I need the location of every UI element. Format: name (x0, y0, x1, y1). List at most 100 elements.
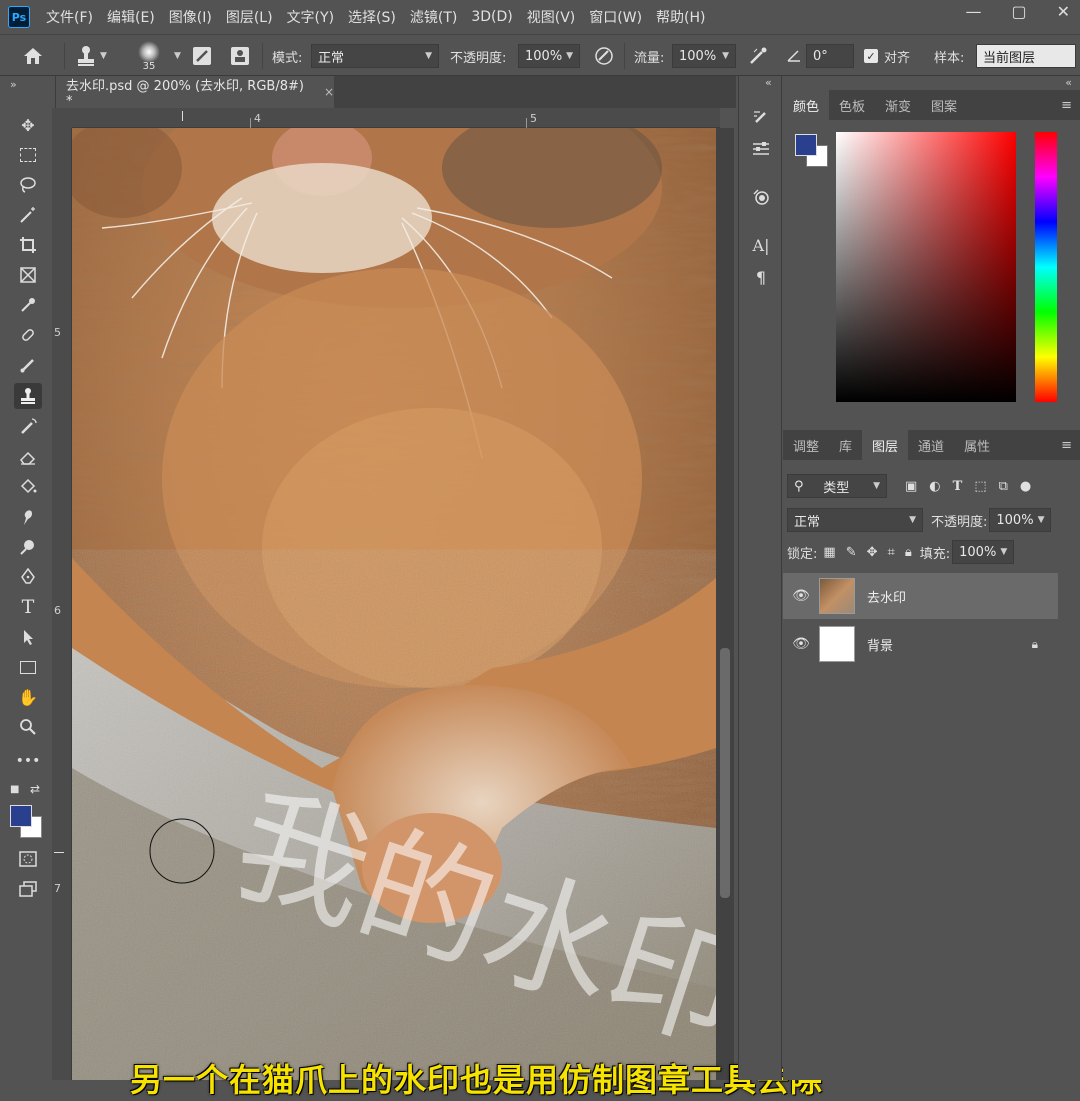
paint-bucket-tool-icon[interactable] (14, 474, 42, 500)
panel-foreground-swatch[interactable] (795, 134, 817, 156)
opacity-field[interactable]: 100% ▼ (518, 44, 580, 68)
swap-colors-icon[interactable]: ⇄ (30, 782, 40, 796)
shape-filter-icon[interactable]: ⬚ (974, 479, 986, 494)
crop-tool-icon[interactable] (14, 232, 42, 258)
menu-help[interactable]: 帮助(H) (656, 7, 705, 27)
mode-select[interactable]: 正常 ▼ (311, 44, 439, 68)
brush-settings-icon[interactable] (192, 35, 212, 77)
pixel-filter-icon[interactable]: ▣ (905, 479, 917, 494)
clone-source-panel-icon[interactable] (747, 184, 775, 210)
menu-3d[interactable]: 3D(D) (471, 9, 512, 25)
magic-wand-tool-icon[interactable] (14, 202, 42, 228)
more-tools-icon[interactable]: ••• (14, 748, 42, 774)
minimize-button[interactable]: — (965, 2, 981, 21)
close-window-button[interactable]: ✕ (1057, 2, 1070, 21)
brush-tool-icon[interactable] (14, 352, 42, 378)
tab-layers[interactable]: 图层 (862, 430, 909, 460)
rectangle-tool-icon[interactable] (14, 654, 42, 680)
lasso-tool-icon[interactable] (14, 172, 42, 198)
lock-artboard-icon[interactable]: ⌗ (888, 545, 895, 560)
layer-opacity-field[interactable]: 100% ▼ (989, 508, 1052, 532)
close-tab-icon[interactable]: × (324, 85, 334, 99)
type-tool-icon[interactable]: T (14, 594, 42, 620)
character-panel-icon[interactable]: A| (747, 232, 775, 258)
clone-stamp-tool-icon[interactable] (14, 383, 42, 409)
marquee-tool-icon[interactable] (14, 142, 42, 168)
align-checkbox[interactable]: ✓ 对齐 (864, 35, 910, 77)
tab-swatches[interactable]: 色板 (829, 90, 875, 120)
hand-tool-icon[interactable]: ✋ (14, 684, 42, 710)
tab-libraries[interactable]: 库 (829, 430, 862, 460)
visibility-eye-icon[interactable]: 👁︎ (783, 636, 819, 652)
tab-gradients[interactable]: 渐变 (875, 90, 921, 120)
expand-toolbar-icon[interactable]: » (10, 78, 17, 91)
menu-edit[interactable]: 编辑(E) (107, 7, 155, 27)
document-canvas[interactable]: 我的水印 (72, 128, 716, 1080)
lock-image-icon[interactable]: ✎ (846, 545, 857, 560)
menu-view[interactable]: 视图(V) (527, 7, 576, 27)
document-tab[interactable]: 去水印.psd @ 200% (去水印, RGB/8#) * × (56, 76, 334, 109)
flow-field[interactable]: 100% ▼ (672, 44, 736, 68)
eyedropper-tool-icon[interactable] (14, 292, 42, 318)
tab-properties[interactable]: 属性 (954, 430, 1000, 460)
smudge-tool-icon[interactable] (14, 504, 42, 530)
menu-file[interactable]: 文件(F) (46, 7, 93, 27)
fill-field[interactable]: 100% ▼ (952, 540, 1015, 564)
airbrush-icon[interactable] (748, 35, 770, 77)
clone-stamp-tool-preset[interactable]: ▼ (76, 35, 107, 77)
lock-transparent-icon[interactable]: ▦ (823, 545, 835, 560)
paragraph-panel-icon[interactable]: ¶ (747, 264, 775, 290)
visibility-eye-icon[interactable]: 👁︎ (783, 588, 819, 604)
collapse-right-panels-icon[interactable]: « (1065, 76, 1072, 89)
quick-mask-icon[interactable] (14, 846, 42, 872)
clone-source-icon[interactable] (230, 35, 250, 77)
screen-mode-icon[interactable] (14, 876, 42, 902)
sample-select[interactable]: 当前图层 (976, 44, 1076, 68)
zoom-tool-icon[interactable] (14, 714, 42, 740)
hue-slider[interactable] (1035, 132, 1057, 402)
tab-adjustments[interactable]: 调整 (783, 430, 829, 460)
menu-image[interactable]: 图像(I) (169, 7, 212, 27)
layer-row-watermark[interactable]: 👁︎ 去水印 (783, 573, 1058, 619)
menu-window[interactable]: 窗口(W) (589, 7, 642, 27)
adjustment-filter-icon[interactable]: ◐ (929, 479, 940, 494)
frame-tool-icon[interactable] (14, 262, 42, 288)
tab-channels[interactable]: 通道 (908, 430, 954, 460)
layer-filter-select[interactable]: ⚲ 类型 ▼ (787, 474, 887, 498)
foreground-color-swatch[interactable] (10, 805, 32, 827)
menu-filter[interactable]: 滤镜(T) (410, 7, 457, 27)
type-filter-icon[interactable]: T (953, 479, 963, 494)
pressure-opacity-icon[interactable] (594, 35, 614, 77)
eraser-tool-icon[interactable] (14, 444, 42, 470)
menu-select[interactable]: 选择(S) (348, 7, 396, 27)
healing-brush-tool-icon[interactable] (14, 322, 42, 348)
smart-object-filter-icon[interactable]: ⧉ (999, 479, 1008, 494)
filter-toggle-icon[interactable]: ● (1020, 479, 1031, 494)
lock-all-icon[interactable]: 🔒︎ (905, 545, 912, 560)
pen-tool-icon[interactable] (14, 564, 42, 590)
angle-field[interactable]: 0° (806, 44, 854, 68)
dodge-tool-icon[interactable] (14, 534, 42, 560)
path-selection-tool-icon[interactable] (14, 624, 42, 650)
default-colors-icon[interactable]: ■ (10, 784, 19, 795)
collapse-panels-icon[interactable]: « (765, 76, 772, 89)
tab-patterns[interactable]: 图案 (921, 90, 967, 120)
layer-row-background[interactable]: 👁︎ 背景 🔒︎ (783, 621, 1058, 667)
brush-size-picker[interactable]: 35 (138, 35, 160, 77)
vertical-scrollbar[interactable] (716, 128, 734, 1080)
blend-mode-select[interactable]: 正常 ▼ (787, 508, 923, 532)
chevron-down-icon[interactable]: ▼ (174, 35, 181, 77)
home-icon[interactable] (22, 35, 44, 77)
scrollbar-thumb[interactable] (720, 648, 730, 898)
history-brush-tool-icon[interactable] (14, 414, 42, 440)
lock-position-icon[interactable]: ✥ (867, 545, 878, 560)
move-tool-icon[interactable]: ✥ (14, 112, 42, 138)
tab-color[interactable]: 颜色 (783, 90, 830, 120)
panel-menu-icon[interactable]: ≡ (1061, 438, 1072, 453)
maximize-button[interactable]: ▢ (1011, 2, 1026, 21)
brush-presets-panel-icon[interactable] (747, 136, 775, 162)
panel-menu-icon[interactable]: ≡ (1061, 98, 1072, 113)
brush-settings-panel-icon[interactable] (747, 104, 775, 130)
color-picker-field[interactable] (836, 132, 1016, 402)
menu-type[interactable]: 文字(Y) (287, 7, 334, 27)
